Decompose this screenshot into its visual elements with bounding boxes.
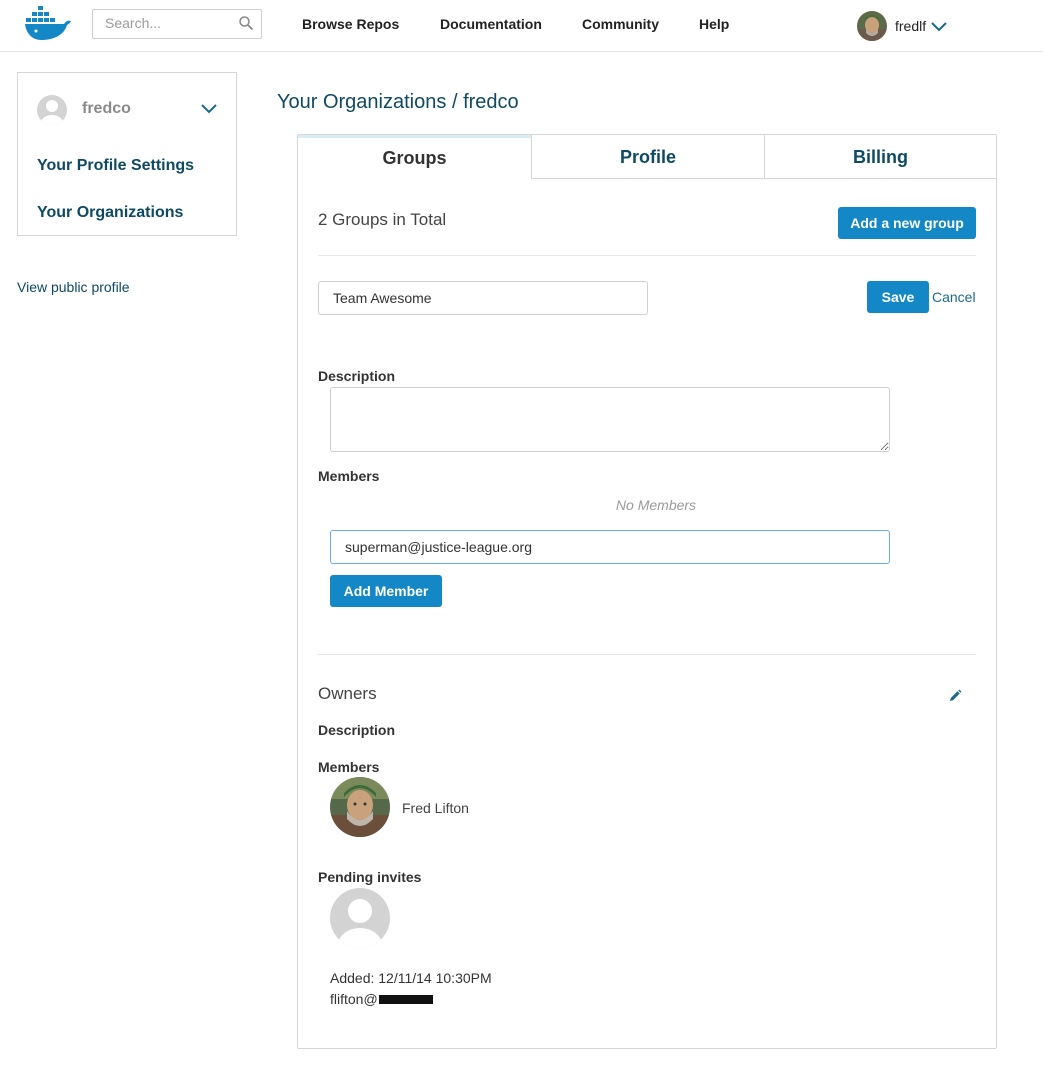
member-email-input[interactable]: [330, 530, 890, 564]
group-name-input[interactable]: [318, 281, 648, 315]
no-members-text: No Members: [615, 497, 697, 513]
owners-description-label: Description: [318, 722, 396, 738]
breadcrumb-separator: /: [451, 91, 458, 113]
tab-profile[interactable]: Profile: [531, 135, 764, 179]
member-name: Fred Lifton: [402, 800, 469, 816]
sidebar-item-profile-settings[interactable]: Your Profile Settings: [37, 157, 194, 175]
docker-whale-icon[interactable]: [24, 5, 74, 46]
owners-members-label: Members: [318, 759, 380, 775]
tab-groups[interactable]: Groups: [298, 135, 531, 179]
nav-browse-repos[interactable]: Browse Repos: [302, 16, 399, 32]
add-group-button[interactable]: Add a new group: [838, 207, 976, 239]
member-avatar: [330, 777, 390, 837]
page-title: Your Organizations / fredco: [277, 91, 519, 114]
nav-community[interactable]: Community: [582, 16, 659, 32]
add-member-button[interactable]: Add Member: [330, 575, 442, 607]
pending-email-prefix: flifton@: [330, 991, 378, 1007]
nav-documentation[interactable]: Documentation: [440, 16, 542, 32]
org-sidebar: fredco Your Profile Settings Your Organi…: [17, 72, 237, 236]
tab-bar: Groups Profile Billing: [298, 135, 996, 179]
search-icon[interactable]: [238, 15, 254, 36]
pending-avatar: [330, 888, 390, 948]
org-avatar: [37, 95, 67, 125]
pending-added-date: Added: 12/11/14 10:30PM: [330, 970, 492, 986]
chevron-down-icon[interactable]: [201, 101, 217, 119]
org-switcher-name[interactable]: fredco: [82, 100, 131, 118]
divider: [318, 654, 976, 655]
sidebar-item-organizations[interactable]: Your Organizations: [37, 204, 183, 222]
pending-invites-label: Pending invites: [318, 869, 422, 885]
breadcrumb-org: fredco: [463, 91, 519, 113]
breadcrumb-organizations[interactable]: Your Organizations: [277, 91, 446, 113]
description-textarea[interactable]: [330, 387, 890, 452]
redacted-bar: [378, 994, 433, 1004]
divider: [318, 255, 976, 256]
view-public-profile-link[interactable]: View public profile: [17, 279, 130, 295]
groups-total: 2 Groups in Total: [318, 210, 447, 229]
org-panel: Groups Profile Billing 2 Groups in Total…: [297, 134, 997, 1049]
members-label: Members: [318, 468, 380, 484]
nav-help[interactable]: Help: [699, 16, 729, 32]
pencil-edit-icon[interactable]: [948, 689, 962, 708]
group-title-owners: Owners: [318, 684, 377, 703]
description-label: Description: [318, 368, 396, 384]
top-nav-bar: Browse Repos Documentation Community Hel…: [0, 0, 1043, 52]
user-avatar[interactable]: [857, 11, 887, 41]
save-button[interactable]: Save: [867, 281, 929, 313]
tab-billing[interactable]: Billing: [764, 135, 996, 179]
search-input[interactable]: [105, 10, 235, 36]
cancel-button[interactable]: Cancel: [932, 289, 976, 305]
username[interactable]: fredlf: [895, 18, 926, 34]
chevron-down-icon[interactable]: [931, 19, 947, 37]
pending-email: flifton@: [330, 991, 433, 1007]
search-box[interactable]: [92, 9, 262, 39]
